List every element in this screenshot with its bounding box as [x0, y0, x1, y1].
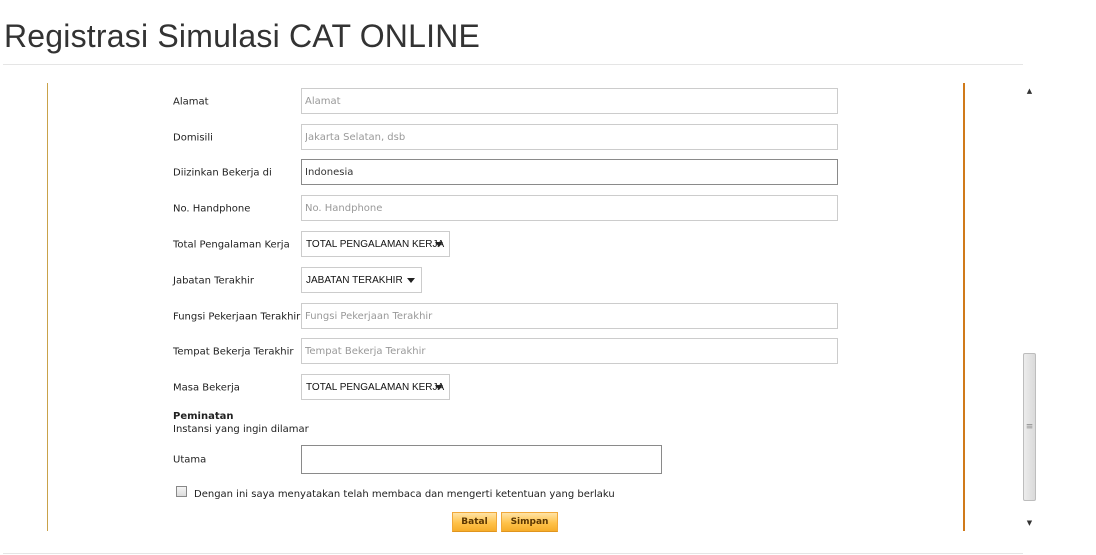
grip-icon: ≡ [1025, 421, 1034, 432]
peminatan-heading: Peminatan [173, 411, 234, 422]
agreement-checkbox[interactable] [176, 486, 187, 497]
total-pengalaman-selected-value: TOTAL PENGALAMAN KERJA [306, 238, 445, 250]
tempat-input[interactable] [301, 338, 838, 364]
domisili-input[interactable] [301, 124, 838, 150]
jabatan-label: Jabatan Terakhir [173, 275, 254, 287]
masa-select[interactable]: TOTAL PENGALAMAN KERJA [301, 374, 450, 400]
save-button[interactable]: Simpan [501, 512, 558, 532]
chevron-down-icon [407, 278, 415, 283]
peminatan-subtitle: Instansi yang ingin dilamar [173, 424, 309, 435]
tempat-label: Tempat Bekerja Terakhir [173, 346, 294, 358]
masa-label: Masa Bekerja [173, 382, 240, 394]
alamat-label: Alamat [173, 96, 209, 108]
diizinkan-input[interactable] [301, 159, 838, 185]
masa-selected-value: TOTAL PENGALAMAN KERJA [306, 381, 445, 393]
utama-label: Utama [173, 454, 207, 465]
scroll-down-arrow-icon[interactable]: ▼ [1022, 515, 1037, 531]
agreement-label: Dengan ini saya menyatakan telah membaca… [194, 489, 615, 500]
jabatan-selected-value: JABATAN TERAKHIR [306, 274, 403, 286]
fungsi-label: Fungsi Pekerjaan Terakhir [173, 311, 301, 323]
diizinkan-label: Diizinkan Bekerja di [173, 167, 272, 179]
bottom-divider [3, 553, 1023, 554]
utama-input[interactable] [301, 445, 662, 474]
scroll-up-arrow-icon[interactable]: ▲ [1022, 83, 1037, 99]
jabatan-select[interactable]: JABATAN TERAKHIR [301, 267, 422, 293]
vertical-scrollbar[interactable]: ▲ ≡ ▼ [1022, 83, 1037, 531]
chevron-down-icon [435, 242, 443, 247]
total-pengalaman-label: Total Pengalaman Kerja [173, 239, 290, 251]
alamat-input[interactable] [301, 88, 838, 114]
domisili-label: Domisili [173, 132, 213, 144]
total-pengalaman-select[interactable]: TOTAL PENGALAMAN KERJA [301, 231, 450, 257]
scrollbar-thumb[interactable]: ≡ [1023, 353, 1036, 501]
fungsi-input[interactable] [301, 303, 838, 329]
cancel-button[interactable]: Batal [452, 512, 497, 532]
registration-form: Alamat Domisili Diizinkan Bekerja di No.… [0, 0, 1000, 555]
handphone-label: No. Handphone [173, 203, 251, 215]
handphone-input[interactable] [301, 195, 838, 221]
chevron-down-icon [435, 385, 443, 390]
